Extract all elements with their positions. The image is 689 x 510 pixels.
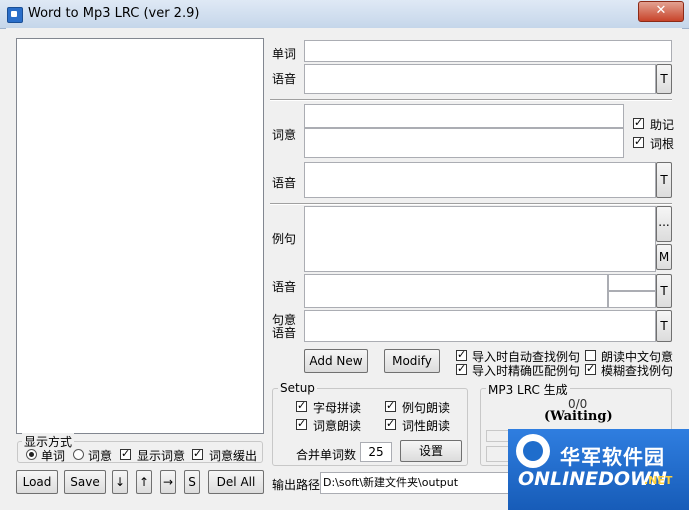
root-label: 词根 xyxy=(650,137,675,151)
mode-word-radio[interactable] xyxy=(26,449,37,460)
example-phonetic-label: 语音 xyxy=(272,280,297,294)
mnemonic-label: 助记 xyxy=(650,118,675,132)
delete-all-button[interactable]: Del All xyxy=(208,470,264,494)
phonetic-label: 语音 xyxy=(272,72,297,86)
move-down-button[interactable]: ↓ xyxy=(112,470,128,494)
sentence-meaning-input[interactable] xyxy=(304,310,656,342)
meaning-phonetic-t-button[interactable]: T xyxy=(656,162,672,198)
watermark-cn-text: 华军软件园 xyxy=(560,445,665,469)
read-pos-label: 词性朗读 xyxy=(402,419,451,433)
fuzzy-label: 模糊查找例句 xyxy=(601,364,674,378)
mode-meaning-label: 词意 xyxy=(88,449,113,463)
settings-button[interactable]: 设置 xyxy=(400,440,462,462)
watermark-net-text: .NET xyxy=(644,474,673,487)
meaning-buffer-label: 词意缓出 xyxy=(209,449,258,463)
phonetic-input[interactable] xyxy=(304,64,656,94)
move-right-button[interactable]: → xyxy=(160,470,176,494)
read-example-checkbox[interactable] xyxy=(385,399,396,413)
save-button[interactable]: Save xyxy=(64,470,106,494)
add-new-button[interactable]: Add New xyxy=(304,349,368,373)
exact-match-checkbox[interactable] xyxy=(456,362,467,376)
spell-label: 字母拼读 xyxy=(313,401,362,415)
mode-meaning-radio[interactable] xyxy=(73,449,84,460)
sentence-meaning-t-button[interactable]: T xyxy=(656,310,672,342)
word-list[interactable] xyxy=(16,38,264,434)
auto-find-checkbox[interactable] xyxy=(456,348,467,362)
divider xyxy=(270,203,672,205)
meaning-label: 词意 xyxy=(272,128,297,142)
meaning-buffer-checkbox[interactable] xyxy=(192,447,203,461)
example-phonetic-extra-2[interactable] xyxy=(608,291,656,308)
lrc-title: MP3 LRC 生成 xyxy=(486,381,570,398)
merge-count-input[interactable]: 25 xyxy=(360,442,392,462)
move-up-button[interactable]: ↑ xyxy=(136,470,152,494)
read-pos-checkbox[interactable] xyxy=(385,417,396,431)
s-button[interactable]: S xyxy=(184,470,200,494)
read-example-label: 例句朗读 xyxy=(402,401,451,415)
show-meaning-checkbox[interactable] xyxy=(120,447,131,461)
output-path-input[interactable]: D:\soft\新建文件夹\output xyxy=(320,472,520,494)
meaning-input-2[interactable] xyxy=(304,128,624,158)
load-button[interactable]: Load xyxy=(16,470,58,494)
meaning-phonetic-label: 语音 xyxy=(272,176,297,190)
example-m-button[interactable]: M xyxy=(656,244,672,270)
meaning-phonetic-input[interactable] xyxy=(304,162,656,198)
lrc-status: (Waiting) xyxy=(544,409,613,424)
watermark-emblem xyxy=(516,434,550,468)
show-meaning-label: 显示词意 xyxy=(137,449,186,463)
mode-word-label: 单词 xyxy=(41,449,66,463)
example-phonetic-input[interactable] xyxy=(304,274,608,308)
sentence-meaning-label-2: 语音 xyxy=(272,326,297,340)
word-input[interactable] xyxy=(304,40,672,62)
read-meaning-label: 词意朗读 xyxy=(313,419,362,433)
fuzzy-checkbox[interactable] xyxy=(585,362,596,376)
window-title: Word to Mp3 LRC (ver 2.9) xyxy=(28,6,200,21)
close-button[interactable]: ✕ xyxy=(638,1,684,22)
read-meaning-checkbox[interactable] xyxy=(296,417,307,431)
phonetic-t-button[interactable]: T xyxy=(656,64,672,94)
example-phonetic-t-button[interactable]: T xyxy=(656,274,672,308)
read-cn-checkbox[interactable] xyxy=(585,350,596,361)
mnemonic-checkbox[interactable] xyxy=(633,116,644,130)
example-label: 例句 xyxy=(272,232,297,246)
example-input[interactable] xyxy=(304,206,656,272)
spell-checkbox[interactable] xyxy=(296,399,307,413)
word-label: 单词 xyxy=(272,47,297,61)
meaning-input-1[interactable] xyxy=(304,104,624,128)
exact-match-label: 导入时精确匹配例句 xyxy=(472,364,581,378)
merge-label: 合并单词数 xyxy=(296,448,357,462)
setup-title: Setup xyxy=(278,381,317,395)
modify-button[interactable]: Modify xyxy=(384,349,440,373)
app-icon xyxy=(7,7,23,23)
example-ellipsis-button[interactable]: ... xyxy=(656,206,672,242)
divider xyxy=(270,99,672,101)
example-phonetic-extra-1[interactable] xyxy=(608,274,656,291)
root-checkbox[interactable] xyxy=(633,135,644,149)
output-path-label: 输出路径 xyxy=(272,478,321,492)
